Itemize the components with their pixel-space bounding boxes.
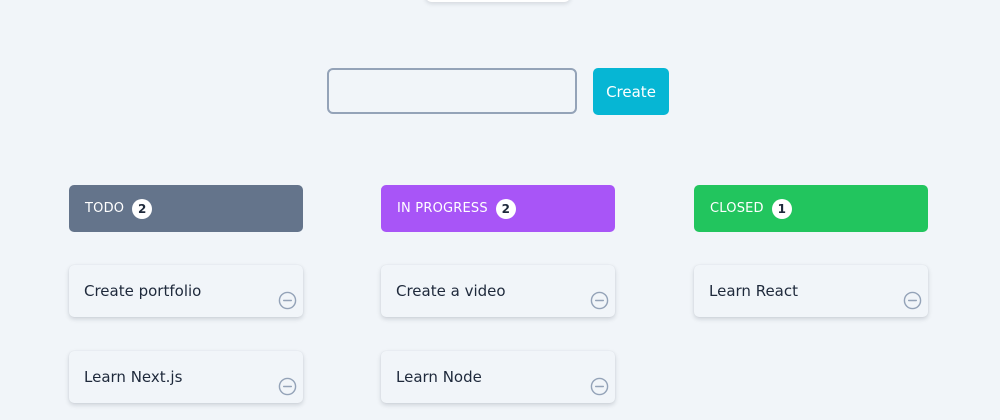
task-card[interactable]: Learn Next.js	[69, 351, 303, 403]
column-todo: TODO 2 Create portfolio Learn Next.js	[69, 185, 303, 403]
column-title: TODO	[85, 201, 125, 216]
column-title: IN PROGRESS	[397, 201, 488, 216]
column-header-closed: CLOSED 1	[694, 185, 928, 232]
count-badge: 2	[132, 198, 153, 219]
task-label: Learn React	[709, 282, 798, 300]
count-badge: 2	[495, 198, 516, 219]
create-button[interactable]: Create	[593, 68, 669, 115]
column-closed: CLOSED 1 Learn React	[694, 185, 928, 317]
top-tab	[425, 0, 571, 2]
task-card[interactable]: Learn Node	[381, 351, 615, 403]
count-badge: 1	[771, 198, 792, 219]
task-label: Create a video	[396, 282, 506, 300]
column-title: CLOSED	[710, 201, 764, 216]
task-label: Learn Next.js	[84, 368, 183, 386]
task-card[interactable]: Learn React	[694, 265, 928, 317]
column-in-progress: IN PROGRESS 2 Create a video Learn Node	[381, 185, 615, 403]
column-header-todo: TODO 2	[69, 185, 303, 232]
minus-circle-icon[interactable]	[903, 291, 922, 310]
minus-circle-icon[interactable]	[590, 377, 609, 396]
column-header-in-progress: IN PROGRESS 2	[381, 185, 615, 232]
minus-circle-icon[interactable]	[278, 291, 297, 310]
task-input[interactable]	[327, 68, 577, 114]
task-label: Learn Node	[396, 368, 482, 386]
task-label: Create portfolio	[84, 282, 202, 300]
task-card[interactable]: Create a video	[381, 265, 615, 317]
minus-circle-icon[interactable]	[590, 291, 609, 310]
minus-circle-icon[interactable]	[278, 377, 297, 396]
task-card[interactable]: Create portfolio	[69, 265, 303, 317]
